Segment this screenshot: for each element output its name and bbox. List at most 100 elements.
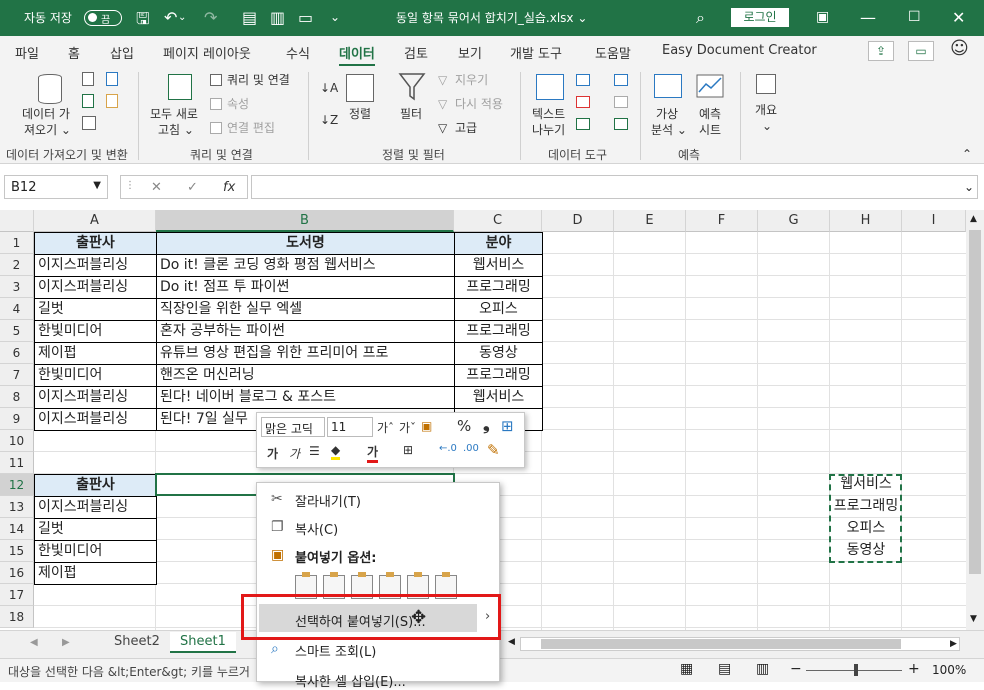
from-text-icon[interactable] (82, 72, 94, 86)
menu-item-copy[interactable]: 복사(C) (295, 519, 338, 538)
formula-input[interactable] (251, 175, 978, 199)
row-header-7[interactable]: 7 (0, 364, 34, 386)
consolidate-icon[interactable] (614, 74, 628, 86)
tab-file[interactable]: 파일 (15, 43, 39, 62)
table1-cell[interactable]: 웹서비스 (454, 254, 543, 277)
table2-cell[interactable]: 길벗 (34, 518, 157, 541)
align-center-icon[interactable]: ☰ (309, 444, 320, 458)
properties-button[interactable]: 속성 (227, 96, 249, 112)
col-header-g[interactable]: G (758, 210, 830, 232)
get-data-button[interactable]: 데이터 가 (22, 106, 70, 122)
borders-icon[interactable]: ⊞ (403, 443, 413, 457)
italic-icon[interactable]: 가 (289, 445, 300, 462)
scroll-down-icon[interactable]: ▼ (970, 614, 977, 624)
zoom-out-icon[interactable]: − (790, 661, 802, 677)
table1-cell[interactable]: 직장인을 위한 실무 엑셀 (156, 298, 455, 321)
increase-font-icon[interactable]: 가ˆ (377, 419, 394, 436)
tab-formulas[interactable]: 수식 (286, 43, 310, 62)
table2-cell[interactable]: 이지스퍼블리싱 (34, 496, 157, 519)
table1-cell[interactable]: Do it! 클론 코딩 영화 평점 웹서비스 (156, 254, 455, 277)
row-header-18[interactable]: 18 (0, 606, 34, 628)
merge-center-icon[interactable]: ⊞ (501, 417, 514, 435)
comma-style-icon[interactable]: ❟ (483, 415, 490, 435)
row-header-10[interactable]: 10 (0, 430, 34, 452)
new-icon[interactable]: ▤ (242, 8, 257, 27)
tab-insert[interactable]: 삽입 (110, 43, 134, 62)
undo-dropdown-icon[interactable]: ⌄ (178, 12, 186, 23)
table1-cell[interactable]: 프로그래밍 (454, 276, 543, 299)
table1-cell[interactable]: 한빛미디어 (34, 364, 157, 387)
sort-asc-icon[interactable]: ↓A (320, 80, 338, 96)
vertical-scrollbar[interactable]: ▲ ▼ (966, 210, 984, 630)
tab-home[interactable]: 홈 (68, 43, 80, 62)
copied-cell[interactable]: 웹서비스 (830, 474, 902, 496)
recent-sources-icon[interactable] (106, 94, 118, 108)
tab-data[interactable]: 데이터 (339, 43, 375, 67)
page-break-view-icon[interactable]: ▥ (756, 661, 769, 677)
col-header-i[interactable]: I (902, 210, 966, 232)
col-header-b[interactable]: B (156, 210, 454, 232)
row-header-4[interactable]: 4 (0, 298, 34, 320)
table1-cell[interactable]: 길벗 (34, 298, 157, 321)
print-icon[interactable]: ▥ (270, 8, 285, 27)
enter-formula-icon[interactable]: ✓ (187, 180, 198, 195)
flash-fill-icon[interactable] (576, 74, 590, 86)
table1-cell[interactable]: 한빛미디어 (34, 320, 157, 343)
prev-sheet-icon[interactable]: ◀ (30, 637, 38, 648)
table1-header-cell[interactable]: 출판사 (34, 232, 157, 255)
table1-cell[interactable]: 핸즈온 머신러닝 (156, 364, 455, 387)
table2-header-cell[interactable]: 출판사 (34, 474, 157, 497)
row-header-6[interactable]: 6 (0, 342, 34, 364)
zoom-level[interactable]: 100% (932, 663, 966, 677)
table1-cell[interactable]: 유튜브 영상 편집을 위한 프리미어 프로 (156, 342, 455, 365)
fill-color-icon[interactable]: ◆ (331, 443, 341, 460)
table1-cell[interactable]: 프로그래밍 (454, 364, 543, 387)
table1-cell[interactable]: Do it! 점프 투 파이썬 (156, 276, 455, 299)
zoom-in-icon[interactable]: + (908, 661, 920, 677)
tab-review[interactable]: 검토 (404, 43, 428, 62)
tab-developer[interactable]: 개발 도구 (510, 43, 562, 62)
col-header-e[interactable]: E (614, 210, 686, 232)
text-to-columns-button[interactable]: 텍스트 (532, 106, 565, 122)
data-model-icon[interactable] (614, 118, 628, 130)
row-header-5[interactable]: 5 (0, 320, 34, 342)
col-header-d[interactable]: D (542, 210, 614, 232)
copied-cell[interactable]: 오피스 (830, 518, 902, 540)
close-icon[interactable]: ✕ (952, 8, 965, 27)
what-if-button[interactable]: 가상 (656, 106, 678, 122)
table1-cell[interactable]: 프로그래밍 (454, 320, 543, 343)
table1-header-cell[interactable]: 도서명 (156, 232, 455, 255)
forecast-sheet-button[interactable]: 예측 (699, 106, 721, 122)
horizontal-scrollbar[interactable] (520, 637, 960, 651)
table1-cell[interactable]: 제이펍 (34, 342, 157, 365)
redo-icon[interactable]: ↷ (204, 8, 217, 27)
table1-cell[interactable]: 이지스퍼블리싱 (34, 276, 157, 299)
decrease-decimal-icon[interactable]: .00 (463, 443, 479, 454)
row-header-11[interactable]: 11 (0, 452, 34, 474)
from-table-icon[interactable] (82, 94, 94, 108)
scroll-thumb[interactable] (969, 230, 981, 574)
filter-button[interactable]: 필터 (400, 106, 422, 122)
relationships-icon[interactable] (614, 96, 628, 108)
sheet-tab-sheet1[interactable]: Sheet1 (170, 632, 236, 653)
font-color-icon[interactable]: 가 (367, 443, 379, 463)
table1-cell[interactable]: 동영상 (454, 342, 543, 365)
table1-cell[interactable]: 오피스 (454, 298, 543, 321)
row-header-17[interactable]: 17 (0, 584, 34, 606)
comments-icon[interactable]: ▭ (908, 41, 934, 61)
table1-header-cell[interactable]: 분야 (454, 232, 543, 255)
collapse-ribbon-icon[interactable]: ⌃ (962, 146, 972, 162)
clear-button[interactable]: 지우기 (455, 72, 488, 88)
edit-links-button[interactable]: 연결 편집 (227, 120, 275, 136)
table2-cell[interactable]: 한빛미디어 (34, 540, 157, 563)
normal-view-icon[interactable]: ▦ (680, 661, 693, 677)
copied-cell[interactable]: 프로그래밍 (830, 496, 902, 518)
bold-icon[interactable]: 가 (267, 445, 278, 462)
from-web-icon[interactable] (106, 72, 118, 86)
tab-easy-document-creator[interactable]: Easy Document Creator (662, 43, 817, 58)
table1-cell[interactable]: 이지스퍼블리싱 (34, 254, 157, 277)
table1-cell[interactable]: 된다! 네이버 블로그 & 포스트 (156, 386, 455, 409)
remove-duplicates-icon[interactable] (576, 96, 590, 108)
percent-icon[interactable]: % (457, 417, 471, 435)
row-header-1[interactable]: 1 (0, 232, 34, 254)
